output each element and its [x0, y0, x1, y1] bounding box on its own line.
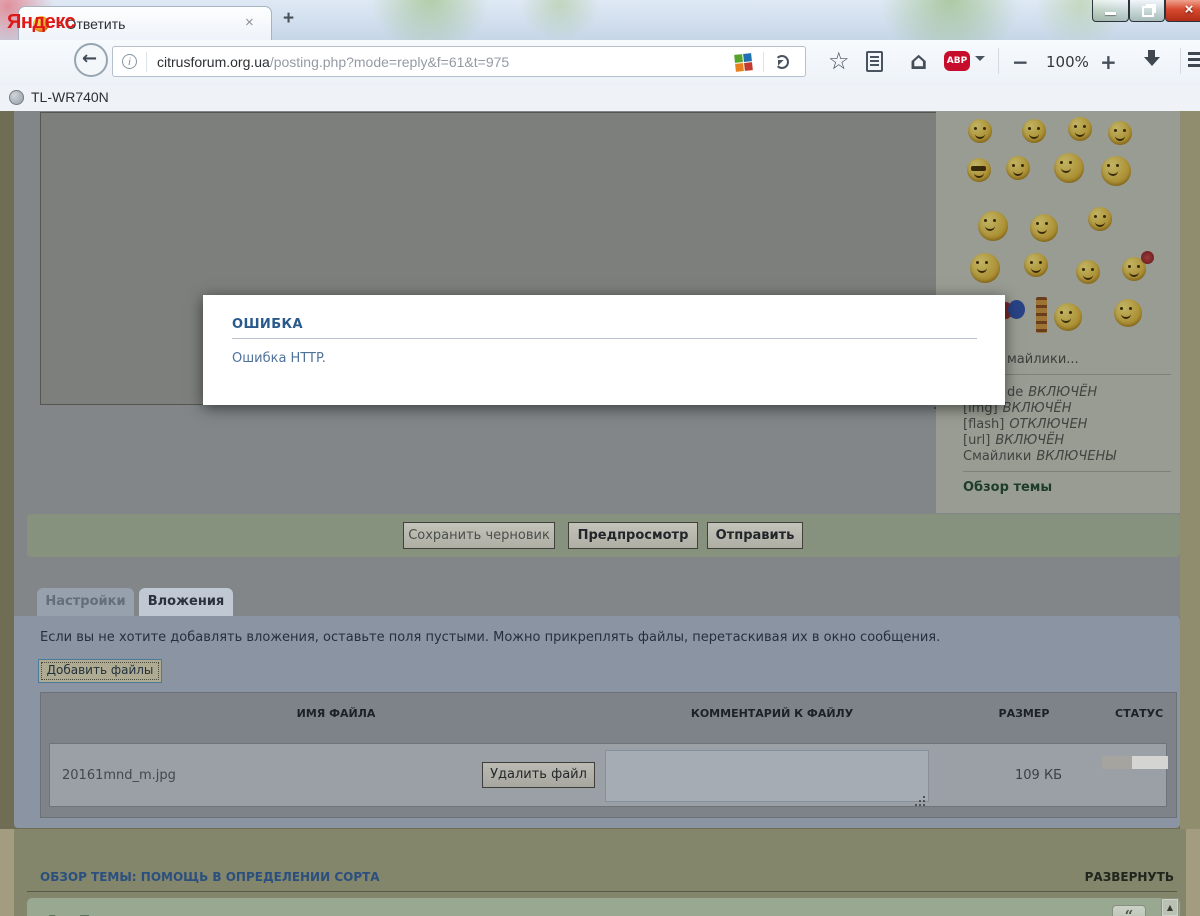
divider — [763, 52, 764, 72]
page-content: майлики... deВКЛЮЧЁН [img]ВКЛЮЧЁН [flash… — [0, 111, 1200, 916]
window-controls: × — [1092, 0, 1200, 23]
upload-progress-bar — [1102, 756, 1168, 769]
smiley-eating-forks-icon[interactable] — [1054, 153, 1084, 183]
smiley-cool-sunglasses-icon[interactable] — [967, 158, 991, 182]
attachment-row: 20161mnd_m.jpg Удалить файл 109 КБ — [49, 743, 1167, 807]
smiley-wink-icon[interactable] — [1006, 156, 1030, 180]
url-bar[interactable]: i citrusforum.org.ua/posting.php?mode=re… — [112, 46, 806, 77]
globe-favicon-icon — [9, 90, 24, 105]
divider — [27, 891, 1177, 892]
back-arrow-icon: ← — [82, 48, 97, 69]
textarea-resize-handle[interactable] — [917, 790, 925, 798]
minimize-icon — [1105, 12, 1116, 15]
refresh-icon[interactable] — [775, 55, 789, 69]
divider — [1180, 48, 1181, 74]
tab-close-icon[interactable]: × — [245, 15, 254, 31]
column-header: КОММЕНТАРИЙ К ФАЙЛУ — [691, 707, 853, 720]
smiley-crying-towel-icon[interactable] — [1030, 214, 1058, 242]
topic-review-section: ОБЗОР ТЕМЫ: ПОМОЩЬ В ОПРЕДЕЛЕНИИ СОРТА Р… — [0, 829, 1200, 916]
error-message: Ошибка HTTP. — [232, 351, 326, 366]
home-icon[interactable]: ⌂ — [910, 47, 927, 75]
close-icon: × — [1166, 1, 1200, 18]
column-header: РАЗМЕР — [999, 707, 1050, 720]
column-header: ИМЯ ФАЙЛА — [297, 707, 376, 720]
submit-buttons-bar: Сохранить черновик Предпросмотр Отправит… — [27, 514, 1180, 557]
attachments-hint: Если вы не хотите добавлять вложения, ос… — [40, 630, 940, 645]
smiley-ladder-icon[interactable] — [1036, 297, 1047, 333]
tab-attachments[interactable]: Вложения — [139, 588, 233, 616]
smiley-laughing-icon[interactable] — [1076, 260, 1100, 284]
close-button[interactable]: × — [1165, 0, 1200, 22]
page-background — [0, 829, 14, 916]
smiley-smile-icon[interactable] — [1022, 119, 1046, 143]
reading-list-icon[interactable] — [866, 51, 883, 72]
page-background — [1180, 111, 1200, 829]
abp-dropdown-caret-icon[interactable] — [975, 56, 985, 66]
zoom-in-button[interactable]: + — [1100, 50, 1117, 74]
topic-review-post: Re: Помощь в определении сорта “ ▲ — [27, 898, 1180, 916]
back-button[interactable]: ← — [74, 43, 108, 77]
new-tab-button[interactable]: + — [283, 9, 294, 28]
restore-icon — [1142, 6, 1154, 17]
window-titlebar: - Ответить × + × — [0, 0, 1200, 40]
bbcode-status-line: СмайликиВКЛЮЧЕНЫ — [963, 449, 1116, 464]
bookmark-item[interactable]: TL-WR740N — [31, 89, 109, 105]
divider — [998, 48, 999, 74]
zoom-out-button[interactable]: − — [1012, 50, 1029, 74]
page-background — [1186, 829, 1200, 916]
expand-link[interactable]: РАЗВЕРНУТЬ — [1085, 870, 1174, 884]
attachment-filename: 20161mnd_m.jpg — [62, 768, 176, 783]
smiley-magnifier-icon[interactable] — [1054, 303, 1082, 331]
bookmark-star-icon[interactable]: ☆ — [828, 47, 850, 75]
topic-review-link[interactable]: Обзор темы — [963, 480, 1052, 495]
smiley-excited-hands-icon[interactable] — [1101, 156, 1131, 186]
submit-button[interactable]: Отправить — [707, 522, 803, 549]
smiley-bee-icon[interactable] — [1114, 299, 1142, 327]
browser-window: - Ответить × + × Яндекс ← i citrusforum.… — [0, 0, 1200, 916]
attachments-panel: Если вы не хотите добавлять вложения, ос… — [14, 616, 1180, 828]
hamburger-menu-icon[interactable] — [1188, 52, 1200, 55]
yandex-logo[interactable]: Яндекс — [7, 11, 75, 34]
divider — [232, 338, 977, 339]
more-smileys-link[interactable]: майлики... — [1007, 352, 1079, 367]
error-dialog: ОШИБКА Ошибка HTTP. — [203, 295, 1005, 405]
topic-review-header[interactable]: ОБЗОР ТЕМЫ: ПОМОЩЬ В ОПРЕДЕЛЕНИИ СОРТА — [40, 870, 380, 884]
smiley-shocked-icon[interactable] — [1068, 117, 1092, 141]
add-files-button[interactable]: Добавить файлы — [38, 659, 162, 683]
avg-extension-icon[interactable] — [734, 53, 753, 72]
attachment-size: 109 КБ — [1015, 768, 1062, 783]
divider — [146, 52, 147, 72]
adblock-plus-icon[interactable]: ABP — [944, 51, 970, 71]
scroll-up-icon[interactable]: ▲ — [1163, 900, 1177, 915]
downloads-icon[interactable] — [1144, 50, 1160, 68]
site-info-icon[interactable]: i — [122, 54, 137, 69]
smiley-rose-gift-icon[interactable] — [1122, 257, 1146, 281]
divider — [963, 471, 1171, 472]
preview-button[interactable]: Предпросмотр — [568, 522, 698, 549]
scrollbar[interactable]: ▲ — [1161, 898, 1179, 916]
attachments-table: ИМЯ ФАЙЛА КОММЕНТАРИЙ К ФАЙЛУ РАЗМЕР СТА… — [40, 692, 1177, 818]
error-dialog-title: ОШИБКА — [232, 317, 303, 332]
delete-file-button[interactable]: Удалить файл — [482, 762, 595, 788]
bbcode-status-line: deВКЛЮЧЁН — [1007, 385, 1097, 400]
url-text[interactable]: citrusforum.org.ua/posting.php?mode=repl… — [157, 54, 509, 70]
bbcode-status-line: [flash]ОТКЛЮЧЕН — [963, 417, 1087, 432]
bookmarks-bar: TL-WR740N — [0, 85, 1200, 112]
bbcode-status-line: [url]ВКЛЮЧЁН — [963, 433, 1064, 448]
restore-button[interactable] — [1129, 0, 1165, 22]
smiley-rolling-eyes-icon[interactable] — [1088, 207, 1112, 231]
smiley-confused-icon[interactable] — [968, 119, 992, 143]
save-draft-button[interactable]: Сохранить черновик — [403, 522, 555, 549]
quote-button[interactable]: “ — [1112, 905, 1146, 916]
tab-settings[interactable]: Настройки — [37, 588, 134, 616]
smiley-neutral-icon[interactable] — [1024, 253, 1048, 277]
zoom-level[interactable]: 100% — [1046, 53, 1089, 71]
smiley-waving-icon[interactable] — [1108, 121, 1132, 145]
minimize-button[interactable] — [1092, 0, 1129, 22]
column-header: СТАТУС — [1115, 707, 1163, 720]
smiley-clapping-icon[interactable] — [978, 211, 1008, 241]
smiley-star-struck-icon[interactable] — [970, 253, 1000, 283]
file-comment-textarea[interactable] — [605, 750, 929, 802]
